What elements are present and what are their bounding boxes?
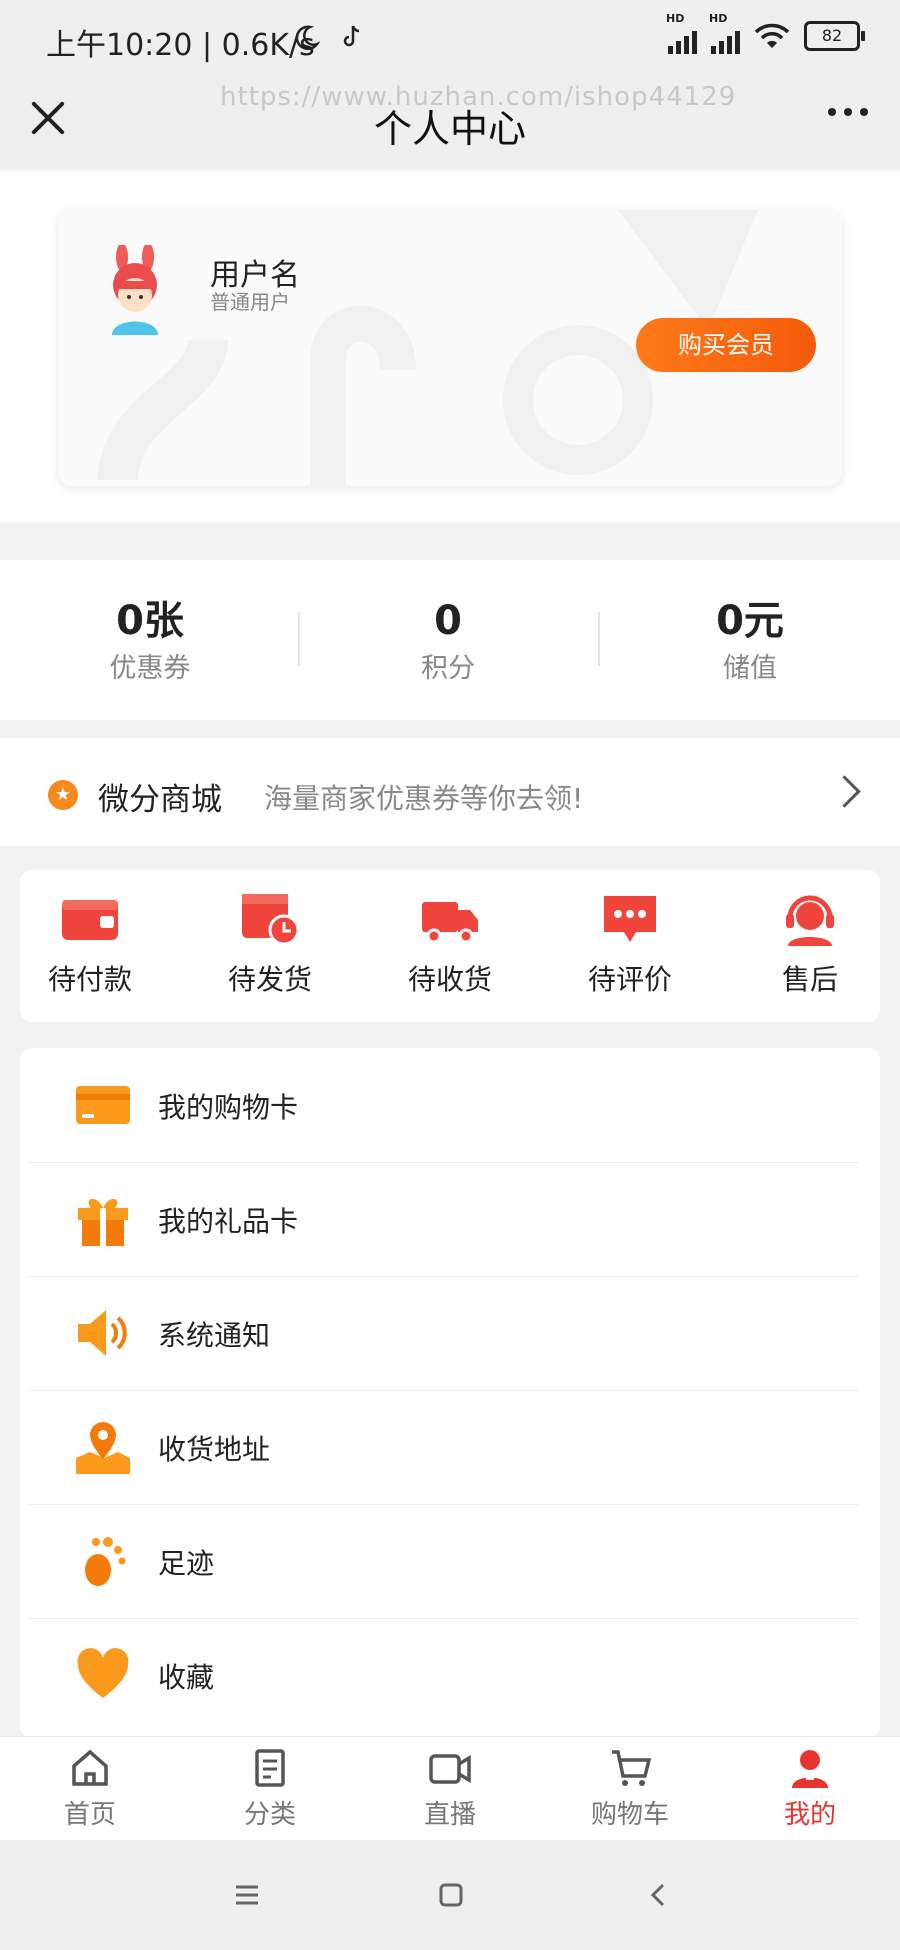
order-label: 待评价 bbox=[587, 963, 672, 996]
status-time: 上午10:20 | 0.6K/s bbox=[46, 28, 315, 63]
signal-icon: HD bbox=[666, 12, 697, 54]
mall-subtitle: 海量商家优惠券等你去领! bbox=[264, 782, 584, 815]
tab-category[interactable]: 分类 bbox=[210, 1748, 330, 1831]
footprint-icon bbox=[74, 1532, 132, 1590]
cart-icon bbox=[608, 1748, 652, 1788]
profile-icon bbox=[788, 1748, 832, 1788]
category-icon bbox=[248, 1748, 292, 1788]
customer-service-icon bbox=[780, 892, 840, 946]
home-icon bbox=[68, 1748, 112, 1788]
card-icon bbox=[74, 1076, 132, 1134]
stat-value: 0张 bbox=[116, 598, 184, 644]
chat-bubble-icon bbox=[600, 892, 660, 946]
mall-title: 微分商城 bbox=[98, 782, 222, 818]
star-icon: ★ bbox=[48, 780, 78, 810]
back-icon[interactable] bbox=[648, 1882, 668, 1908]
menu-item-shopping-card[interactable]: 我的购物卡 bbox=[28, 1048, 858, 1163]
wifi-icon bbox=[754, 22, 790, 50]
tab-label: 分类 bbox=[243, 1800, 296, 1830]
menu-icon[interactable] bbox=[232, 1884, 262, 1906]
stat-label: 积分 bbox=[421, 653, 475, 684]
moon-icon bbox=[294, 24, 321, 51]
user-level: 普通用户 bbox=[210, 290, 290, 314]
menu-label: 我的礼品卡 bbox=[158, 1205, 299, 1238]
gift-icon bbox=[74, 1190, 132, 1248]
tab-label: 首页 bbox=[63, 1800, 116, 1830]
battery-icon: 82 bbox=[804, 21, 865, 51]
tab-label: 直播 bbox=[423, 1800, 476, 1830]
order-label: 待发货 bbox=[227, 963, 312, 996]
page-title: 个人中心 bbox=[373, 107, 526, 151]
speaker-icon bbox=[74, 1304, 132, 1362]
order-after-sales[interactable]: 售后 bbox=[750, 892, 870, 998]
menu-item-notifications[interactable]: 系统通知 bbox=[28, 1276, 858, 1391]
avatar[interactable] bbox=[100, 243, 170, 335]
location-icon bbox=[74, 1418, 132, 1476]
menu-label: 收藏 bbox=[158, 1661, 215, 1694]
order-label: 待收货 bbox=[407, 963, 492, 996]
more-options-button[interactable] bbox=[828, 108, 868, 116]
order-label: 售后 bbox=[781, 963, 838, 996]
stat-label: 优惠券 bbox=[109, 653, 191, 684]
menu-label: 系统通知 bbox=[158, 1319, 271, 1352]
menu-label: 足迹 bbox=[158, 1547, 215, 1580]
stat-value: 0元 bbox=[716, 598, 784, 644]
order-pending-shipment[interactable]: 待发货 bbox=[210, 892, 330, 998]
signal-hd-label: HD bbox=[666, 12, 685, 25]
order-label: 待付款 bbox=[47, 963, 132, 996]
menu-label: 我的购物卡 bbox=[158, 1091, 299, 1124]
live-icon bbox=[428, 1748, 472, 1788]
tab-live[interactable]: 直播 bbox=[390, 1748, 510, 1831]
menu-item-address[interactable]: 收货地址 bbox=[28, 1390, 858, 1505]
tiktok-icon bbox=[340, 24, 364, 50]
stat-points[interactable]: 0 积分 bbox=[298, 598, 598, 685]
menu-item-favorites[interactable]: 收藏 bbox=[28, 1618, 858, 1732]
menu-item-gift-card[interactable]: 我的礼品卡 bbox=[28, 1162, 858, 1277]
buy-membership-button[interactable]: 购买会员 bbox=[636, 318, 816, 372]
order-pending-payment[interactable]: 待付款 bbox=[30, 892, 150, 998]
calendar-clock-icon bbox=[240, 892, 300, 946]
menu-item-footprints[interactable]: 足迹 bbox=[28, 1504, 858, 1619]
tab-home[interactable]: 首页 bbox=[30, 1748, 150, 1831]
tab-cart[interactable]: 购物车 bbox=[570, 1748, 690, 1831]
menu-label: 收货地址 bbox=[158, 1433, 271, 1466]
stat-coupons[interactable]: 0张 优惠券 bbox=[0, 598, 300, 685]
status-indicators: HD HD 82 bbox=[666, 12, 865, 54]
stat-balance[interactable]: 0元 储值 bbox=[600, 598, 900, 685]
tab-label: 购物车 bbox=[590, 1800, 669, 1830]
order-pending-review[interactable]: 待评价 bbox=[570, 892, 690, 998]
signal-icon: HD bbox=[709, 12, 740, 54]
truck-icon bbox=[420, 892, 480, 946]
wallet-icon bbox=[60, 892, 120, 946]
stat-value: 0 bbox=[434, 598, 462, 644]
signal-hd-label: HD bbox=[709, 12, 728, 25]
tab-profile[interactable]: 我的 bbox=[750, 1748, 870, 1831]
heart-icon bbox=[74, 1646, 132, 1704]
order-pending-receipt[interactable]: 待收货 bbox=[390, 892, 510, 998]
home-square-icon[interactable] bbox=[438, 1882, 464, 1908]
stat-label: 储值 bbox=[723, 653, 777, 684]
tab-label: 我的 bbox=[783, 1800, 836, 1830]
